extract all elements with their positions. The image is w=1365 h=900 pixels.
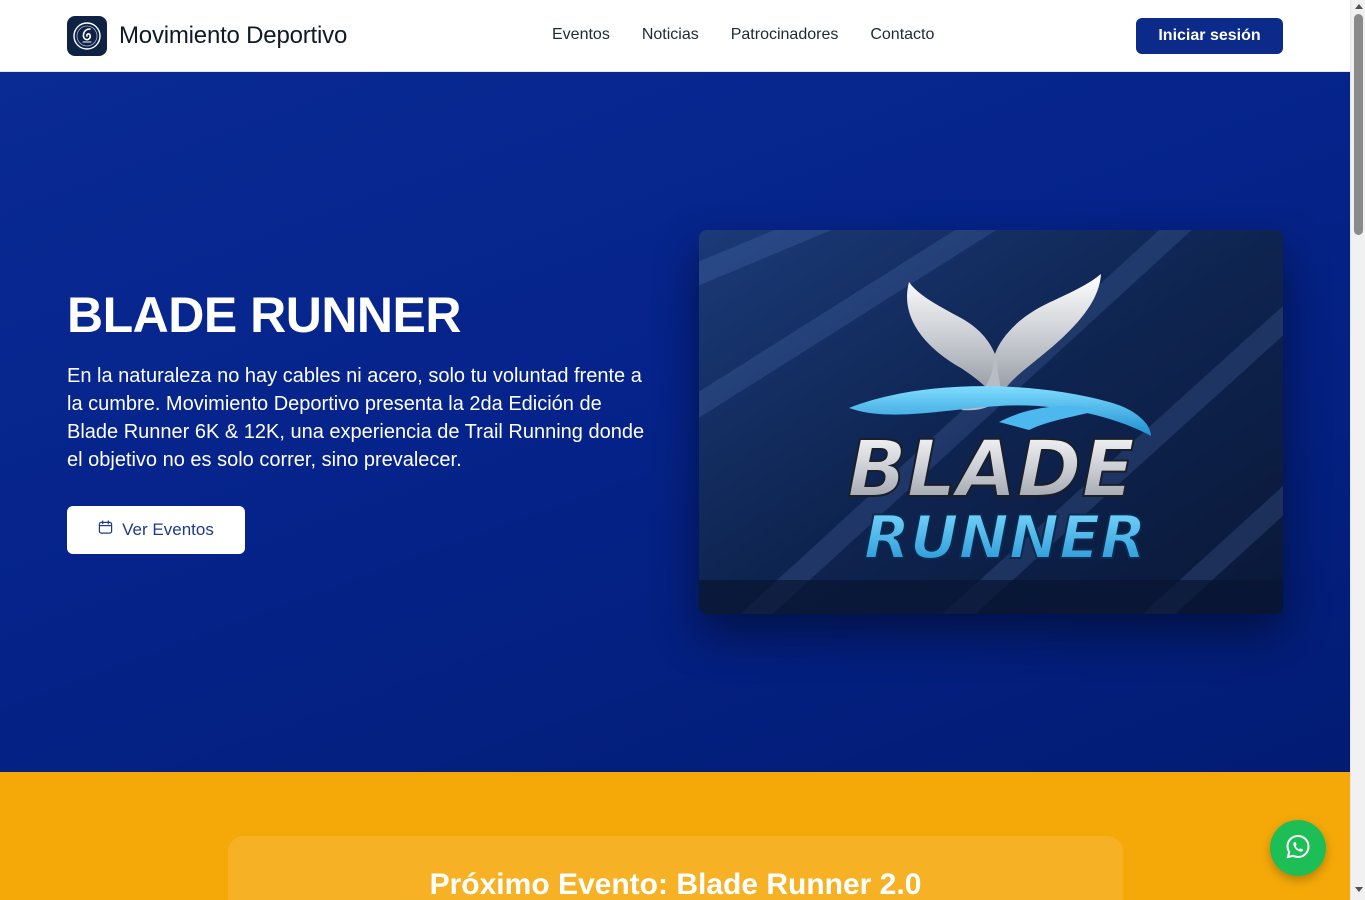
brand-name: Movimiento Deportivo (119, 22, 348, 49)
whatsapp-icon (1284, 833, 1312, 864)
site-header: Movimiento Deportivo Eventos Noticias Pa… (0, 0, 1350, 72)
calendar-icon (98, 520, 113, 540)
hero-section: BLADE RUNNER En la naturaleza no hay cab… (0, 72, 1350, 772)
hero-title: BLADE RUNNER (67, 287, 462, 343)
scroll-down-arrow-icon[interactable] (1355, 887, 1363, 892)
svg-text:BLADE: BLADE (847, 425, 1135, 515)
page-scrollbar[interactable] (1350, 0, 1365, 900)
nav-link-eventos[interactable]: Eventos (552, 26, 610, 44)
next-event-title: Próximo Evento: Blade Runner 2.0 (429, 868, 922, 900)
scroll-up-arrow-icon[interactable] (1355, 4, 1363, 9)
view-events-label: Ver Eventos (122, 520, 214, 539)
brand[interactable]: Movimiento Deportivo (67, 16, 347, 56)
whatsapp-button[interactable] (1270, 820, 1326, 876)
next-event-card: Próximo Evento: Blade Runner 2.0 (228, 836, 1123, 900)
nav-link-noticias[interactable]: Noticias (642, 26, 699, 44)
hero-description: En la naturaleza no hay cables ni acero,… (67, 365, 645, 471)
brand-logo-icon (67, 16, 107, 56)
nav-link-patrocinadores[interactable]: Patrocinadores (731, 26, 839, 44)
login-button[interactable]: Iniciar sesión (1136, 18, 1283, 54)
svg-text:RUNNER: RUNNER (864, 503, 1147, 573)
view-events-button[interactable]: Ver Eventos (67, 506, 245, 554)
scrollbar-thumb[interactable] (1354, 14, 1363, 235)
blade-runner-logo-image: BLADE RUNNER (699, 230, 1283, 614)
nav-link-contacto[interactable]: Contacto (870, 26, 934, 44)
main-nav: Eventos Noticias Patrocinadores Contacto (552, 26, 934, 44)
next-event-section: Próximo Evento: Blade Runner 2.0 (0, 772, 1350, 900)
